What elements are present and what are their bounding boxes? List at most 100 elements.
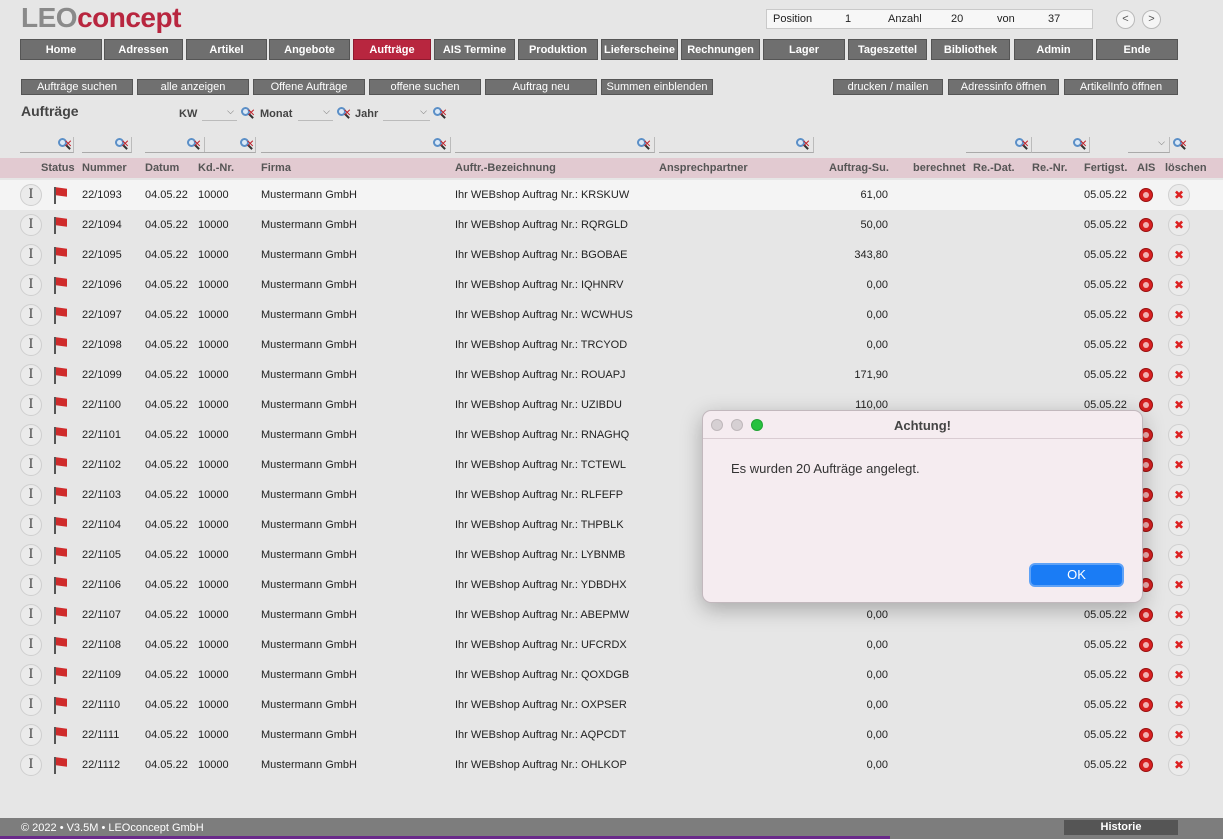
- col-delete[interactable]: löschen: [1165, 162, 1207, 174]
- print-mail-button[interactable]: drucken / mailen: [833, 79, 943, 95]
- nav-angebote[interactable]: Angebote: [269, 39, 350, 60]
- table-row[interactable]: I 22/1111 04.05.22 10000 Mustermann GmbH…: [0, 720, 1223, 750]
- ais-target-icon[interactable]: [1139, 368, 1153, 382]
- ais-target-icon[interactable]: [1139, 398, 1153, 412]
- search-orders-button[interactable]: Aufträge suchen: [21, 79, 133, 95]
- filter-ais-select[interactable]: ⌵: [1128, 137, 1170, 153]
- info-button[interactable]: I: [20, 484, 42, 506]
- close-icon[interactable]: ✖: [1168, 574, 1190, 596]
- search-clear-icon[interactable]: ✕: [1072, 138, 1088, 152]
- search-clear-icon[interactable]: ✕: [432, 138, 448, 152]
- info-button[interactable]: I: [20, 724, 42, 746]
- table-row[interactable]: I 22/1112 04.05.22 10000 Mustermann GmbH…: [0, 750, 1223, 780]
- info-button[interactable]: I: [20, 754, 42, 776]
- table-row[interactable]: I 22/1093 04.05.22 10000 Mustermann GmbH…: [0, 180, 1223, 210]
- close-icon[interactable]: ✖: [1168, 214, 1190, 236]
- nav-ende[interactable]: Ende: [1096, 39, 1178, 60]
- info-button[interactable]: I: [20, 514, 42, 536]
- close-icon[interactable]: ✖: [1168, 544, 1190, 566]
- close-icon[interactable]: ✖: [1168, 244, 1190, 266]
- close-icon[interactable]: ✖: [1168, 634, 1190, 656]
- close-icon[interactable]: ✖: [1168, 304, 1190, 326]
- ais-target-icon[interactable]: [1139, 218, 1153, 232]
- ais-target-icon[interactable]: [1139, 338, 1153, 352]
- month-select[interactable]: ⌵: [298, 105, 333, 121]
- info-button[interactable]: I: [20, 604, 42, 626]
- info-button[interactable]: I: [20, 304, 42, 326]
- search-clear-icon[interactable]: ✕: [57, 138, 73, 152]
- search-clear-icon[interactable]: ✕: [240, 107, 256, 121]
- table-row[interactable]: I 22/1096 04.05.22 10000 Mustermann GmbH…: [0, 270, 1223, 300]
- search-clear-icon[interactable]: ✕: [336, 107, 352, 121]
- table-row[interactable]: I 22/1098 04.05.22 10000 Mustermann GmbH…: [0, 330, 1223, 360]
- year-select[interactable]: ⌵: [383, 105, 430, 121]
- table-row[interactable]: I 22/1108 04.05.22 10000 Mustermann GmbH…: [0, 630, 1223, 660]
- nav-artikel[interactable]: Artikel: [186, 39, 267, 60]
- info-button[interactable]: I: [20, 694, 42, 716]
- ais-target-icon[interactable]: [1139, 188, 1153, 202]
- col-billed[interactable]: berechnet: [913, 162, 966, 174]
- history-button[interactable]: Historie: [1064, 820, 1178, 835]
- ais-target-icon[interactable]: [1139, 308, 1153, 322]
- nav-auftraege[interactable]: Aufträge: [353, 39, 431, 60]
- filter-contact-input[interactable]: [659, 137, 814, 153]
- search-clear-icon[interactable]: ✕: [1014, 138, 1030, 152]
- ais-target-icon[interactable]: [1139, 248, 1153, 262]
- col-finished[interactable]: Fertigst.: [1084, 162, 1127, 174]
- close-icon[interactable]: ✖: [1168, 754, 1190, 776]
- close-icon[interactable]: ✖: [1168, 664, 1190, 686]
- close-icon[interactable]: ✖: [1168, 484, 1190, 506]
- close-icon[interactable]: ✖: [1168, 694, 1190, 716]
- nav-produktion[interactable]: Produktion: [518, 39, 598, 60]
- info-button[interactable]: I: [20, 634, 42, 656]
- search-clear-icon[interactable]: ✕: [114, 138, 130, 152]
- close-icon[interactable]: ✖: [1168, 274, 1190, 296]
- table-row[interactable]: I 22/1095 04.05.22 10000 Mustermann GmbH…: [0, 240, 1223, 270]
- col-date[interactable]: Datum: [145, 162, 179, 174]
- table-row[interactable]: I 22/1110 04.05.22 10000 Mustermann GmbH…: [0, 690, 1223, 720]
- close-icon[interactable]: ✖: [1168, 454, 1190, 476]
- ais-target-icon[interactable]: [1139, 278, 1153, 292]
- nav-rechnungen[interactable]: Rechnungen: [681, 39, 760, 60]
- kw-select[interactable]: ⌵: [202, 105, 237, 121]
- show-all-button[interactable]: alle anzeigen: [137, 79, 249, 95]
- nav-home[interactable]: Home: [20, 39, 102, 60]
- table-row[interactable]: I 22/1094 04.05.22 10000 Mustermann GmbH…: [0, 210, 1223, 240]
- search-clear-icon[interactable]: ✕: [239, 138, 255, 152]
- next-record-button[interactable]: >: [1142, 10, 1161, 29]
- nav-admin[interactable]: Admin: [1014, 39, 1093, 60]
- open-orders-button[interactable]: Offene Aufträge: [253, 79, 365, 95]
- close-icon[interactable]: ✖: [1168, 394, 1190, 416]
- col-ais[interactable]: AIS: [1137, 162, 1155, 174]
- ais-target-icon[interactable]: [1139, 638, 1153, 652]
- nav-tageszettel[interactable]: Tageszettel: [848, 39, 927, 60]
- search-clear-icon[interactable]: ✕: [1172, 138, 1188, 152]
- info-button[interactable]: I: [20, 334, 42, 356]
- info-button[interactable]: I: [20, 184, 42, 206]
- address-info-button[interactable]: Adressinfo öffnen: [948, 79, 1059, 95]
- article-info-button[interactable]: ArtikelInfo öffnen: [1064, 79, 1178, 95]
- col-contact[interactable]: Ansprechpartner: [659, 162, 748, 174]
- ais-target-icon[interactable]: [1139, 698, 1153, 712]
- col-customer-no[interactable]: Kd.-Nr.: [198, 162, 234, 174]
- table-row[interactable]: I 22/1097 04.05.22 10000 Mustermann GmbH…: [0, 300, 1223, 330]
- show-sums-button[interactable]: Summen einblenden: [601, 79, 713, 95]
- close-icon[interactable]: ✖: [1168, 334, 1190, 356]
- ais-target-icon[interactable]: [1139, 608, 1153, 622]
- search-open-button[interactable]: offene suchen: [369, 79, 481, 95]
- col-status[interactable]: Status: [41, 162, 75, 174]
- new-order-button[interactable]: Auftrag neu: [485, 79, 597, 95]
- filter-description-input[interactable]: [455, 137, 655, 153]
- close-icon[interactable]: ✖: [1168, 184, 1190, 206]
- info-button[interactable]: I: [20, 394, 42, 416]
- info-button[interactable]: I: [20, 244, 42, 266]
- info-button[interactable]: I: [20, 274, 42, 296]
- col-invoice-no[interactable]: Re.-Nr.: [1032, 162, 1067, 174]
- close-icon[interactable]: ✖: [1168, 604, 1190, 626]
- ais-target-icon[interactable]: [1139, 758, 1153, 772]
- search-clear-icon[interactable]: ✕: [432, 107, 448, 121]
- previous-record-button[interactable]: <: [1116, 10, 1135, 29]
- close-icon[interactable]: ✖: [1168, 424, 1190, 446]
- nav-lieferscheine[interactable]: Lieferscheine: [601, 39, 678, 60]
- info-button[interactable]: I: [20, 424, 42, 446]
